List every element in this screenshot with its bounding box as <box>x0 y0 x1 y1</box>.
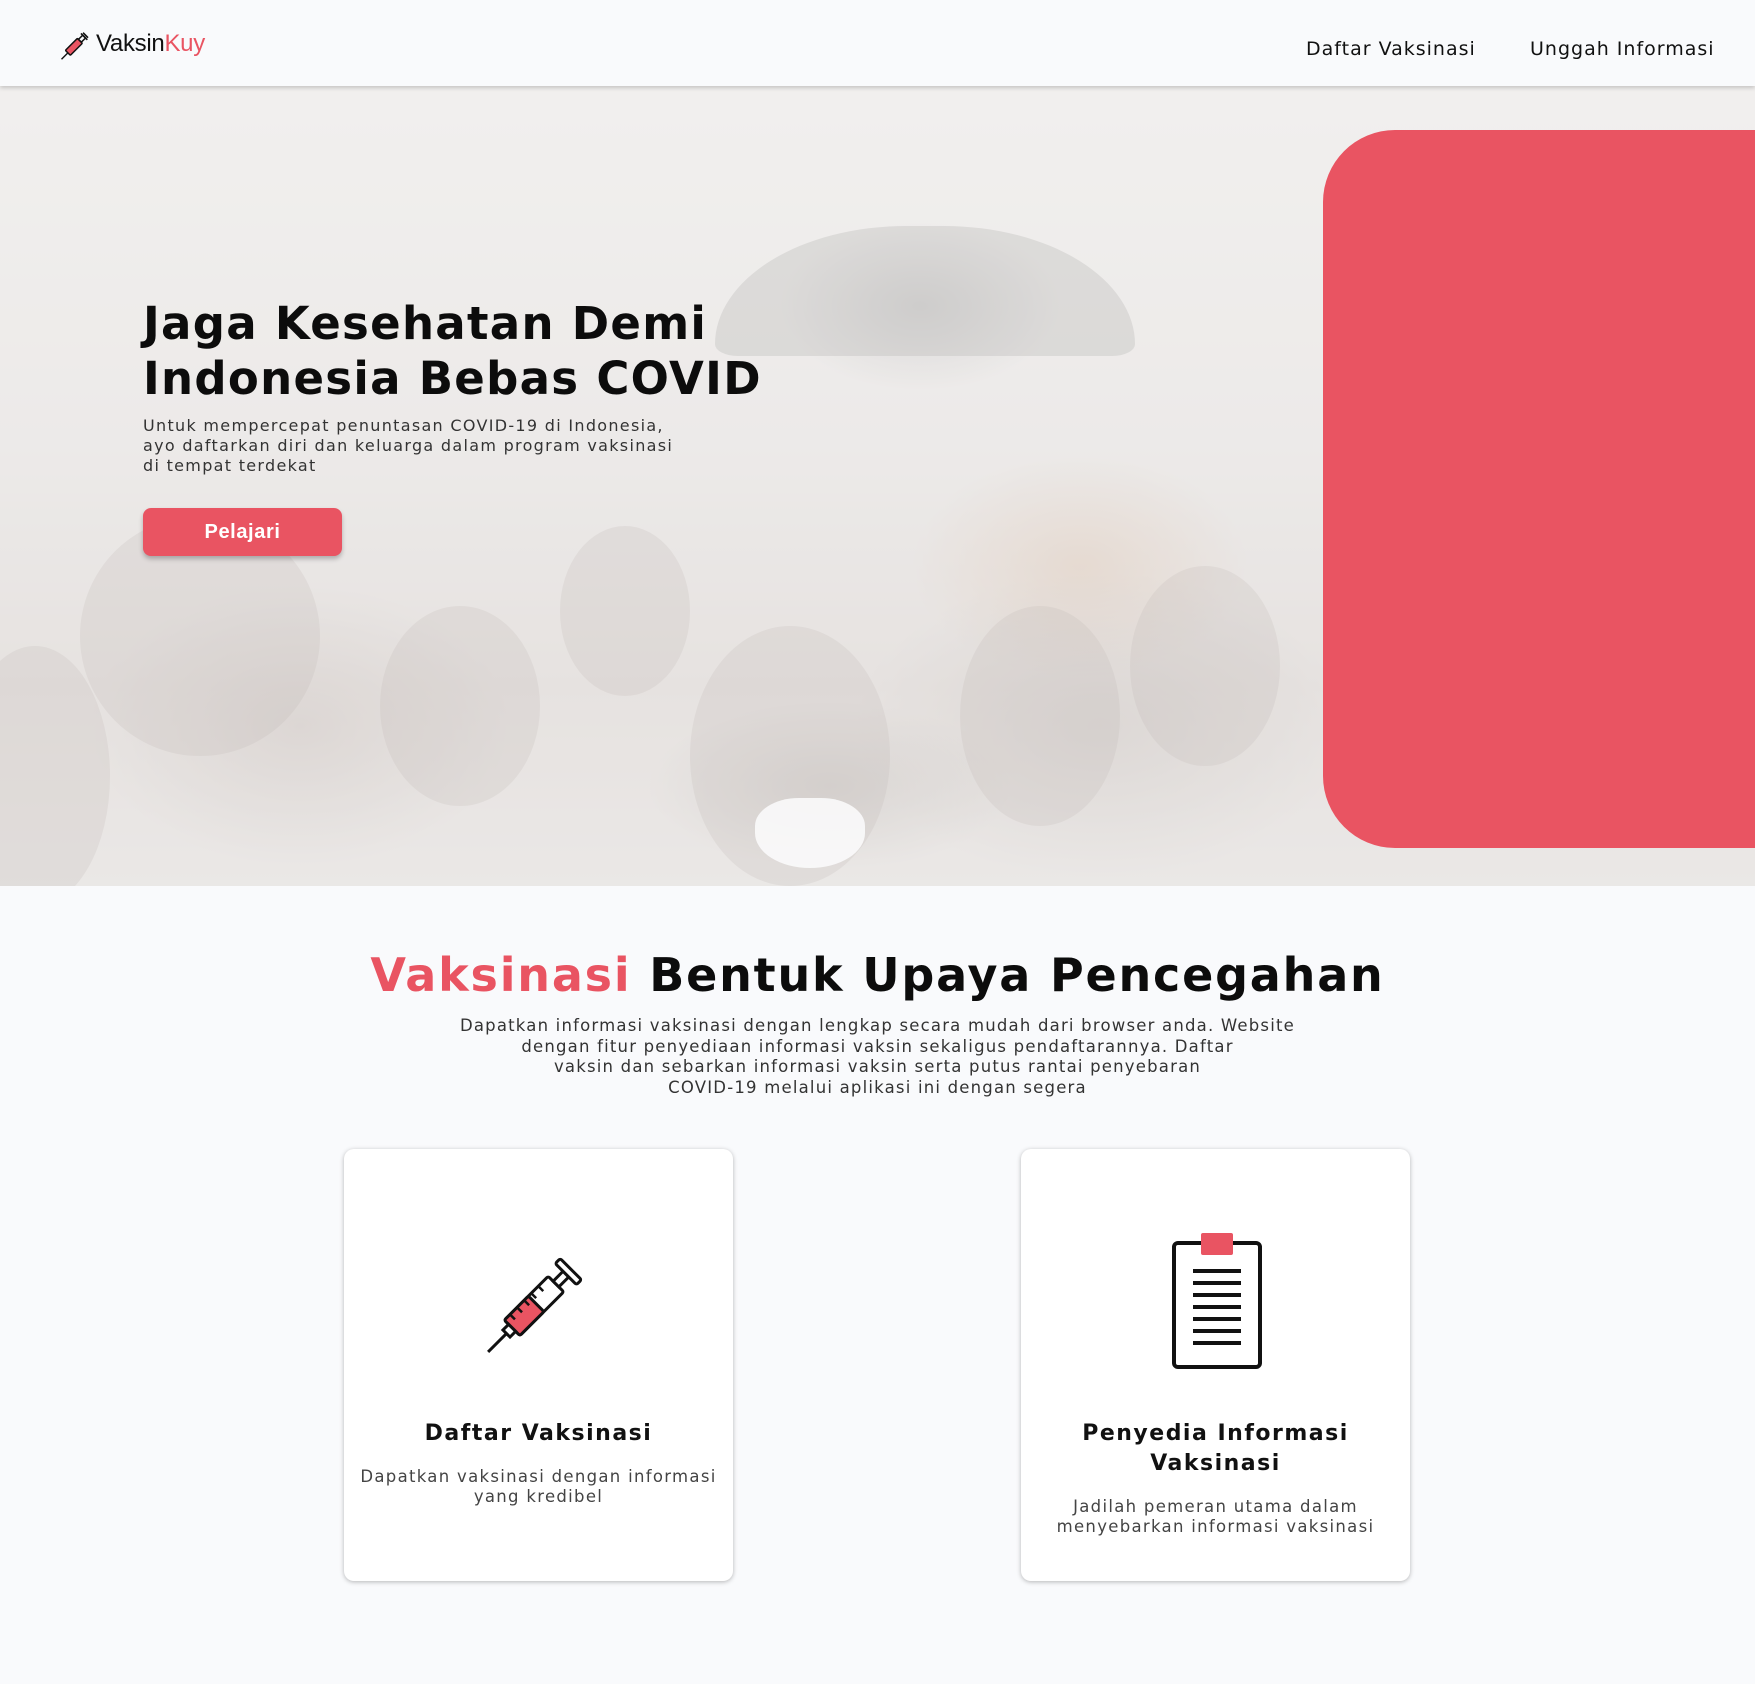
nav-link-unggah-informasi[interactable]: Unggah Informasi <box>1530 38 1715 60</box>
card-title: Penyedia Informasi Vaksinasi <box>1082 1421 1349 1476</box>
clipboard-icon <box>1171 1233 1262 1369</box>
card-daftar-vaksinasi[interactable]: Daftar Vaksinasi Dapatkan vaksinasi deng… <box>344 1149 733 1581</box>
navbar: VaksinKuy Daftar Vaksinasi Unggah Inform… <box>0 0 1755 86</box>
card-description: Dapatkan vaksinasi dengan informasi yang… <box>360 1467 717 1506</box>
section-title: Vaksinasi Bentuk Upaya Pencegahan <box>0 948 1755 1002</box>
section-title-accent: Vaksinasi <box>370 948 632 1002</box>
syringe-icon <box>486 1257 582 1353</box>
hero-title: Jaga Kesehatan Demi Indonesia Bebas COVI… <box>143 297 762 405</box>
section-title-rest: Bentuk Upaya Pencegahan <box>649 948 1385 1002</box>
card-penyedia-informasi[interactable]: Penyedia Informasi Vaksinasi Jadilah pem… <box>1021 1149 1410 1581</box>
card-description: Jadilah pemeran utama dalam menyebarkan … <box>1056 1497 1375 1536</box>
pelajari-button[interactable]: Pelajari <box>143 508 342 556</box>
syringe-icon <box>61 32 89 60</box>
brand-name-part1: Vaksin <box>96 30 165 57</box>
hero-section: Jaga Kesehatan Demi Indonesia Bebas COVI… <box>0 86 1755 886</box>
hero-subtitle: Untuk mempercepat penuntasan COVID-19 di… <box>143 416 674 475</box>
brand-name-part2: Kuy <box>164 30 205 57</box>
brand-name: VaksinKuy <box>96 30 205 58</box>
nav-link-daftar-vaksinasi[interactable]: Daftar Vaksinasi <box>1306 38 1476 60</box>
card-title: Daftar Vaksinasi <box>424 1421 653 1446</box>
section-description: Dapatkan informasi vaksinasi dengan leng… <box>459 1016 1296 1097</box>
hero-accent-card <box>1323 130 1755 848</box>
brand-logo[interactable]: VaksinKuy <box>58 24 205 64</box>
